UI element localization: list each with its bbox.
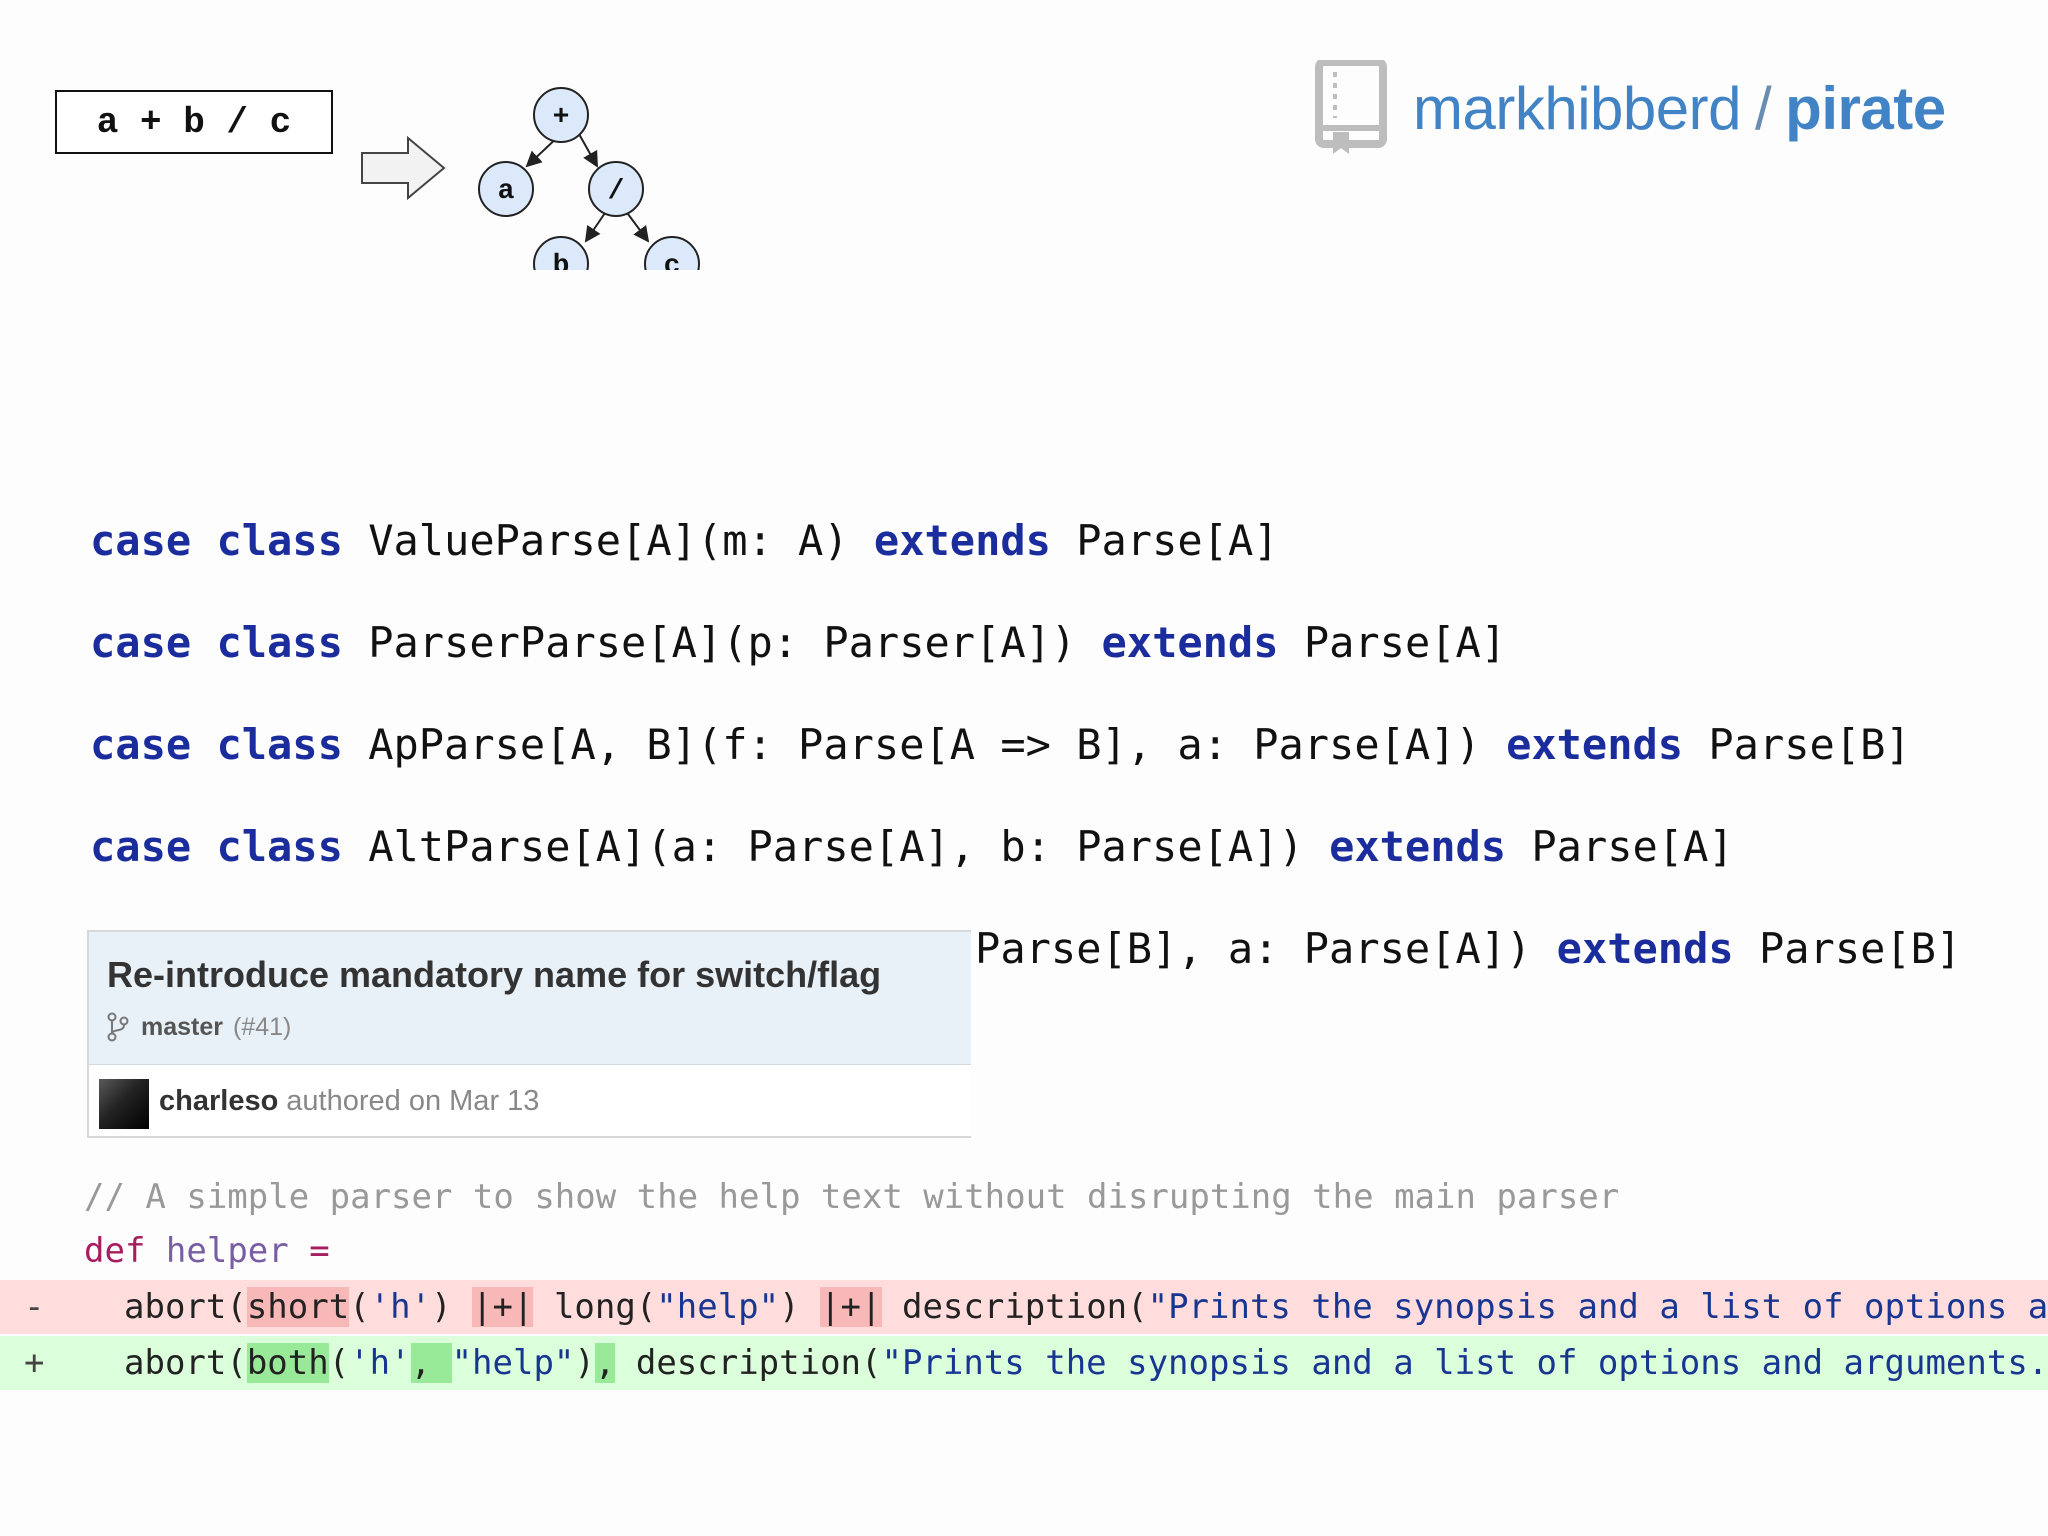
repo-separator: / — [1755, 74, 1772, 142]
diff-remove-marker: - — [24, 1287, 45, 1327]
svg-text:/: / — [608, 176, 625, 207]
tree-node-a: a — [478, 161, 534, 217]
tree-node-b: b — [533, 236, 589, 270]
code-line: case class AltParse[A](a: Parse[A], b: P… — [90, 822, 1734, 871]
tree-node-root: + — [533, 87, 589, 143]
diff-added-line: + abort(both('h', "help"), description("… — [0, 1336, 2048, 1390]
author-line: charleso authored on Mar 13 — [159, 1085, 539, 1118]
svg-text:b: b — [553, 251, 570, 270]
code-line: case class ApParse[A, B](f: Parse[A => B… — [90, 720, 1911, 769]
diff-context-comment: // A simple parser to show the help text… — [84, 1177, 1620, 1217]
repo-header: markhibberd / pirate — [1315, 60, 1946, 156]
pull-request-number[interactable]: (#41) — [233, 1013, 291, 1042]
authored-date: authored on Mar 13 — [286, 1085, 540, 1117]
tree-node-c: c — [644, 236, 700, 270]
avatar[interactable] — [99, 1079, 149, 1129]
transform-arrow-icon — [361, 135, 446, 201]
diff-removed-line: - abort(short('h') |+| long("help") |+| … — [0, 1280, 2048, 1334]
code-line: case class ParserParse[A](p: Parser[A]) … — [90, 618, 1507, 667]
author-name[interactable]: charleso — [159, 1085, 278, 1117]
tree-node-divide: / — [588, 161, 644, 217]
diff-add-marker: + — [24, 1343, 45, 1383]
repo-name-link[interactable]: pirate — [1785, 75, 1946, 142]
expression-box: a + b / c — [55, 90, 333, 154]
svg-text:a: a — [498, 176, 515, 207]
svg-text:c: c — [664, 251, 681, 270]
code-line: case class ValueParse[A](m: A) extends P… — [90, 516, 1279, 565]
repo-owner-link[interactable]: markhibberd — [1413, 75, 1742, 142]
diff-context-def: def helper = — [84, 1231, 330, 1271]
commit-branch: master (#41) — [107, 1012, 291, 1042]
commit-card: Re-introduce mandatory name for switch/f… — [87, 930, 971, 1138]
branch-name[interactable]: master — [141, 1013, 223, 1042]
branch-icon — [107, 1012, 129, 1042]
svg-text:+: + — [553, 102, 570, 133]
expression-tree: + a / b c — [361, 87, 700, 270]
commit-header: Re-introduce mandatory name for switch/f… — [89, 932, 971, 1065]
commit-title[interactable]: Re-introduce mandatory name for switch/f… — [107, 954, 881, 996]
commit-meta: charleso authored on Mar 13 — [89, 1065, 971, 1139]
repo-book-icon — [1315, 60, 1387, 154]
repo-title[interactable]: markhibberd / pirate — [1413, 74, 1946, 143]
